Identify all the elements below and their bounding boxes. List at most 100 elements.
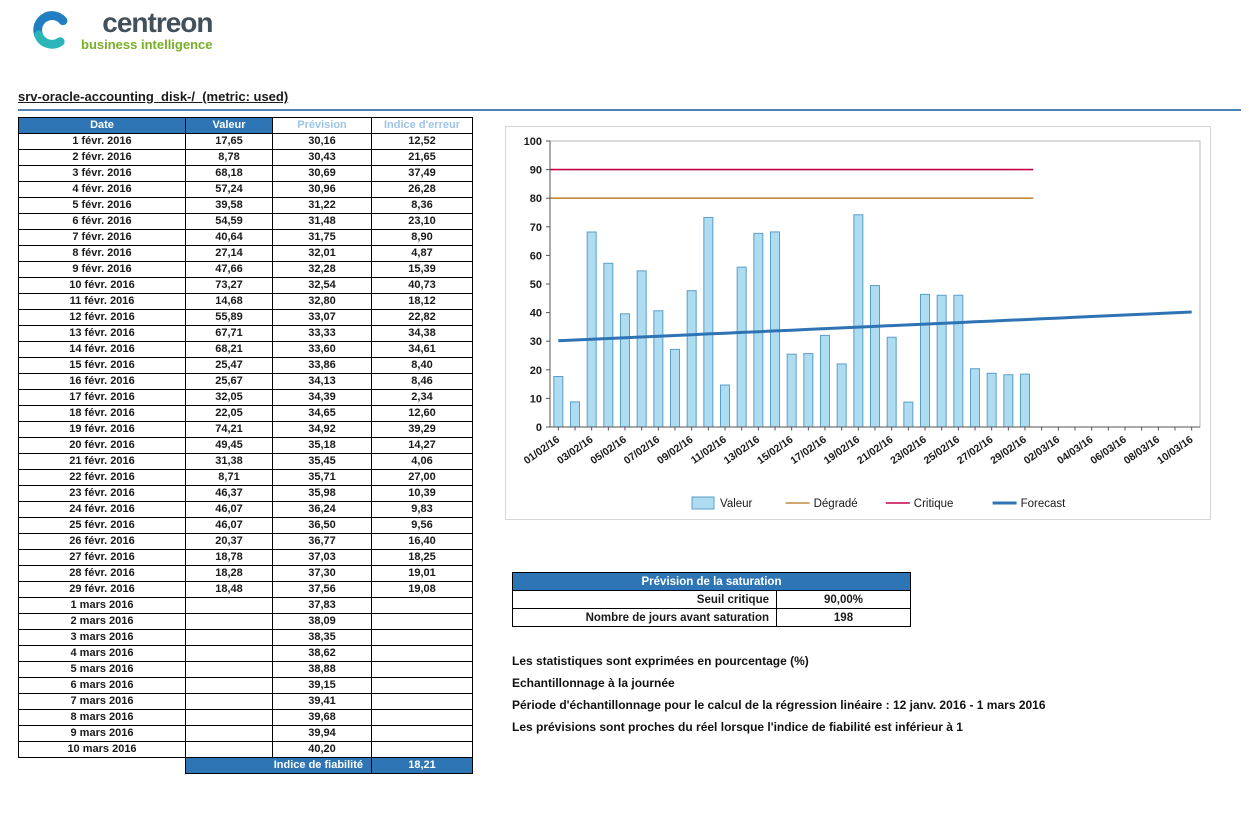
- table-cell: 10 mars 2016: [19, 742, 186, 758]
- svg-text:50: 50: [530, 279, 542, 291]
- table-cell: 39,29: [372, 422, 473, 438]
- table-row: 11 févr. 201614,6832,8018,12: [19, 294, 473, 310]
- table-cell: 46,07: [186, 502, 273, 518]
- table-cell: 18,48: [186, 582, 273, 598]
- table-row: 1 mars 201637,83: [19, 598, 473, 614]
- table-row: 24 févr. 201646,0736,249,83: [19, 502, 473, 518]
- table-cell: [186, 646, 273, 662]
- table-cell: 30,96: [273, 182, 372, 198]
- table-row: 20 févr. 201649,4535,1814,27: [19, 438, 473, 454]
- table-row: 8 mars 201639,68: [19, 710, 473, 726]
- table-row: 13 févr. 201667,7133,3334,38: [19, 326, 473, 342]
- svg-text:17/02/16: 17/02/16: [788, 434, 828, 467]
- table-cell: 8,36: [372, 198, 473, 214]
- table-cell: [372, 694, 473, 710]
- svg-text:Critique: Critique: [914, 498, 954, 510]
- table-cell: [372, 678, 473, 694]
- table-cell: 32,54: [273, 278, 372, 294]
- table-cell: 14,68: [186, 294, 273, 310]
- svg-text:27/02/16: 27/02/16: [955, 434, 995, 467]
- svg-text:06/03/16: 06/03/16: [1088, 434, 1128, 467]
- table-cell: 32,01: [273, 246, 372, 262]
- table-row: 7 mars 201639,41: [19, 694, 473, 710]
- svg-text:29/02/16: 29/02/16: [988, 434, 1028, 467]
- saturation-label: Seuil critique: [513, 591, 777, 609]
- table-cell: [186, 726, 273, 742]
- table-row: 28 févr. 201618,2837,3019,01: [19, 566, 473, 582]
- table-cell: 4 mars 2016: [19, 646, 186, 662]
- svg-text:03/02/16: 03/02/16: [555, 434, 595, 467]
- table-cell: 73,27: [186, 278, 273, 294]
- table-cell: 37,56: [273, 582, 372, 598]
- table-row: 4 févr. 201657,2430,9626,28: [19, 182, 473, 198]
- table-cell: 17 févr. 2016: [19, 390, 186, 406]
- table-row: 5 mars 201638,88: [19, 662, 473, 678]
- table-cell: 25 févr. 2016: [19, 518, 186, 534]
- table-cell: 31,48: [273, 214, 372, 230]
- table-cell: 68,21: [186, 342, 273, 358]
- table-cell: 14 févr. 2016: [19, 342, 186, 358]
- table-cell: 38,88: [273, 662, 372, 678]
- table-cell: 30,16: [273, 134, 372, 150]
- table-cell: 25,47: [186, 358, 273, 374]
- reliability-index-value: 18,21: [372, 758, 473, 774]
- saturation-title: Prévision de la saturation: [513, 573, 911, 591]
- table-cell: 10 févr. 2016: [19, 278, 186, 294]
- table-row: 2 mars 201638,09: [19, 614, 473, 630]
- table-cell: 32,28: [273, 262, 372, 278]
- svg-text:30: 30: [530, 336, 542, 348]
- svg-text:Valeur: Valeur: [720, 498, 753, 510]
- table-cell: 54,59: [186, 214, 273, 230]
- table-cell: 26,28: [372, 182, 473, 198]
- table-cell: 28 févr. 2016: [19, 566, 186, 582]
- table-row: 25 févr. 201646,0736,509,56: [19, 518, 473, 534]
- table-cell: 18,12: [372, 294, 473, 310]
- table-row: 17 févr. 201632,0534,392,34: [19, 390, 473, 406]
- note-line: Les prévisions sont proches du réel lors…: [512, 716, 1046, 738]
- table-cell: 19,01: [372, 566, 473, 582]
- col-header-erreur: Indice d'erreur: [372, 118, 473, 134]
- table-cell: 27,00: [372, 470, 473, 486]
- table-cell: 31,22: [273, 198, 372, 214]
- table-cell: 8,46: [372, 374, 473, 390]
- table-cell: 37,49: [372, 166, 473, 182]
- table-cell: 37,83: [273, 598, 372, 614]
- table-cell: 4,06: [372, 454, 473, 470]
- table-cell: 8,71: [186, 470, 273, 486]
- table-cell: 34,38: [372, 326, 473, 342]
- svg-text:21/02/16: 21/02/16: [855, 434, 895, 467]
- saturation-value: 198: [777, 609, 911, 627]
- saturation-header-row: Prévision de la saturation: [513, 573, 911, 591]
- table-cell: 33,86: [273, 358, 372, 374]
- table-cell: [186, 598, 273, 614]
- table-cell: [372, 630, 473, 646]
- svg-text:02/03/16: 02/03/16: [1022, 434, 1062, 467]
- table-row: 12 févr. 201655,8933,0722,82: [19, 310, 473, 326]
- table-row: 22 févr. 20168,7135,7127,00: [19, 470, 473, 486]
- svg-text:01/02/16: 01/02/16: [522, 434, 562, 467]
- table-row: 26 févr. 201620,3736,7716,40: [19, 534, 473, 550]
- table-cell: [372, 598, 473, 614]
- saturation-table-body: Seuil critique90,00%Nombre de jours avan…: [513, 591, 911, 627]
- table-cell: [372, 646, 473, 662]
- table-cell: 8 févr. 2016: [19, 246, 186, 262]
- table-row: 19 févr. 201674,2134,9239,29: [19, 422, 473, 438]
- table-cell: [372, 726, 473, 742]
- table-cell: 39,94: [273, 726, 372, 742]
- table-row: 3 mars 201638,35: [19, 630, 473, 646]
- svg-text:13/02/16: 13/02/16: [722, 434, 762, 467]
- centreon-logo-icon: [30, 8, 74, 57]
- table-cell: [372, 742, 473, 758]
- table-cell: 13 févr. 2016: [19, 326, 186, 342]
- table-cell: 22,05: [186, 406, 273, 422]
- table-cell: 5 févr. 2016: [19, 198, 186, 214]
- table-cell: 4,87: [372, 246, 473, 262]
- svg-text:05/02/16: 05/02/16: [588, 434, 628, 467]
- table-cell: 49,45: [186, 438, 273, 454]
- table-cell: 2 févr. 2016: [19, 150, 186, 166]
- table-row: 9 févr. 201647,6632,2815,39: [19, 262, 473, 278]
- table-header-row: Date Valeur Prévision Indice d'erreur: [19, 118, 473, 134]
- table-cell: 24 févr. 2016: [19, 502, 186, 518]
- table-cell: 35,71: [273, 470, 372, 486]
- table-cell: 31,38: [186, 454, 273, 470]
